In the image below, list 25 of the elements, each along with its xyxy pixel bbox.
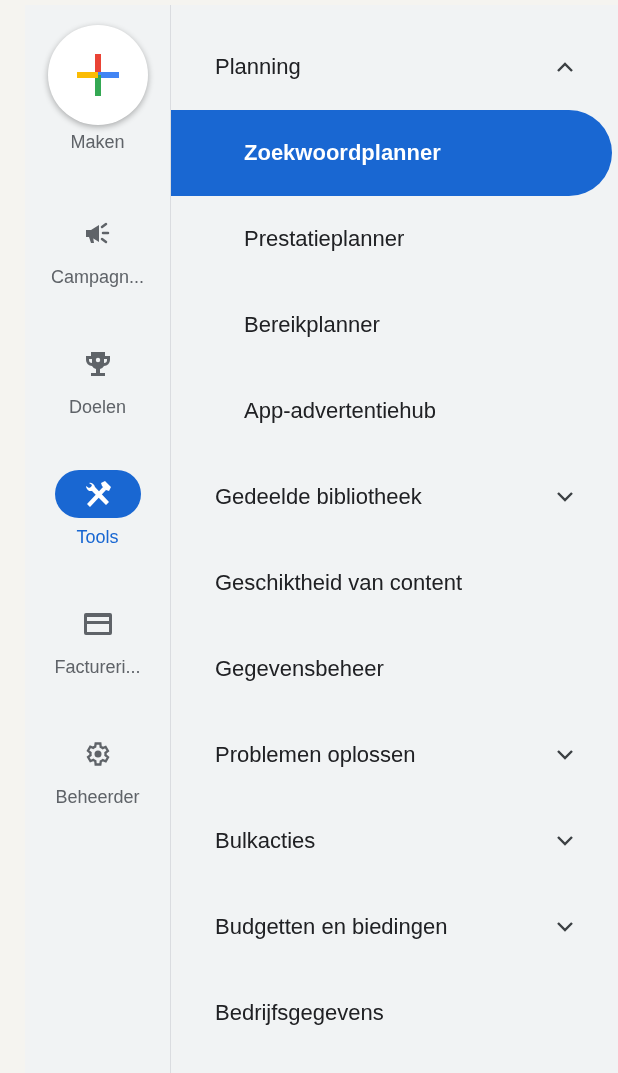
menu-group[interactable]: Gedeelde bibliotheek bbox=[171, 454, 612, 540]
submenu-item[interactable]: Prestatieplanner bbox=[171, 196, 612, 282]
menu-item[interactable]: Geschiktheid van content bbox=[171, 540, 612, 626]
submenu-item[interactable]: App-advertentiehub bbox=[171, 368, 612, 454]
menu-group[interactable]: Problemen oplossen bbox=[171, 712, 612, 798]
chevron-icon bbox=[556, 749, 574, 761]
nav-item[interactable]: Doelen bbox=[54, 340, 141, 418]
menu-group[interactable]: Bulkacties bbox=[171, 798, 612, 884]
nav-item[interactable]: Factureri... bbox=[54, 600, 141, 678]
submenu-item[interactable]: Bereikplanner bbox=[171, 282, 612, 368]
chevron-icon bbox=[556, 835, 574, 847]
nav-item[interactable]: Campagn... bbox=[50, 210, 145, 288]
menu-item[interactable]: Bedrijfsgegevens bbox=[171, 970, 612, 1056]
chevron-icon bbox=[556, 61, 574, 73]
megaphone-icon bbox=[83, 222, 112, 246]
menu-group[interactable]: Planning bbox=[171, 24, 612, 110]
nav-item[interactable]: Beheerder bbox=[54, 730, 141, 808]
trophy-icon bbox=[84, 350, 111, 378]
submenu-item[interactable]: Zoekwoordplanner bbox=[171, 110, 612, 196]
menu-group[interactable]: Budgetten en biedingen bbox=[171, 884, 612, 970]
chevron-icon bbox=[556, 921, 574, 933]
credit-card-icon bbox=[82, 612, 113, 636]
plus-icon bbox=[74, 52, 121, 98]
menu-item[interactable]: Gegevensbeheer bbox=[171, 626, 612, 712]
chevron-icon bbox=[556, 491, 574, 503]
